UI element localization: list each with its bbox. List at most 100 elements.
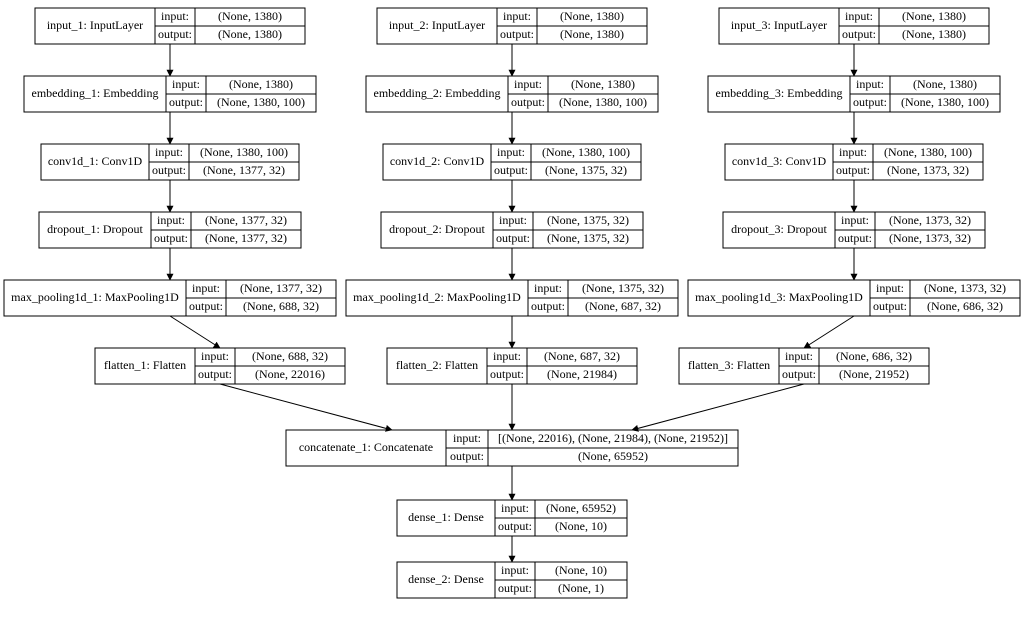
shape-output: (None, 1380, 100) — [559, 95, 647, 109]
shape-input: (None, 1377, 32) — [205, 213, 287, 227]
io-label-output: output: — [158, 27, 192, 41]
layer-name: embedding_3: Embedding — [716, 86, 843, 100]
io-label-output: output: — [496, 231, 530, 245]
shape-output: (None, 1380) — [560, 27, 624, 41]
io-label-output: output: — [189, 299, 223, 313]
shape-input: (None, 1380) — [571, 77, 635, 91]
layer-max_pooling1d_3: max_pooling1d_3: MaxPooling1Dinput:(None… — [688, 280, 1020, 316]
io-label-output: output: — [873, 299, 907, 313]
shape-output: (None, 1373, 32) — [887, 163, 969, 177]
shape-input: (None, 1380, 100) — [884, 145, 972, 159]
io-label-input: input: — [856, 77, 884, 91]
io-label-output: output: — [490, 367, 524, 381]
io-label-input: input: — [497, 145, 525, 159]
layer-dense_1: dense_1: Denseinput:(None, 65952)output:… — [397, 500, 627, 536]
layer-input_2: input_2: InputLayerinput:(None, 1380)out… — [377, 8, 647, 44]
io-label-input: input: — [501, 563, 529, 577]
shape-output: (None, 1377, 32) — [205, 231, 287, 245]
shape-output: (None, 686, 32) — [927, 299, 1003, 313]
io-label-output: output: — [154, 231, 188, 245]
layer-name: input_3: InputLayer — [731, 18, 827, 32]
shape-input: (None, 1375, 32) — [582, 281, 664, 295]
shape-input: (None, 1373, 32) — [889, 213, 971, 227]
layer-flatten_1: flatten_1: Flatten input: (None, 688, 32) o… — [95, 348, 345, 384]
layer-dropout_2: dropout_2: Dropoutinput:(None, 1375, 32)… — [381, 212, 643, 248]
io-label-input: input: — [503, 9, 531, 23]
shape-input: (None, 10) — [555, 563, 607, 577]
io-label-output: output: — [198, 367, 232, 381]
io-label-input: input: — [172, 77, 200, 91]
shape-output: (None, 688, 32) — [243, 299, 319, 313]
layer-name: concatenate_1: Concatenate — [299, 440, 433, 454]
layer-flatten_2: flatten_2: Flatten input: (None, 687, 32) o… — [387, 348, 637, 384]
layer-max_pooling1d_1: max_pooling1d_1: MaxPooling1Dinput:(None… — [4, 280, 336, 316]
layer-embedding_2: embedding_2: Embedding input: (None, 1380)… — [366, 76, 658, 112]
io-label-output: output: — [511, 95, 545, 109]
shape-output: (None, 65952) — [578, 449, 648, 463]
shape-input: (None, 1380, 100) — [200, 145, 288, 159]
io-label-output: output: — [169, 95, 203, 109]
layer-name: dropout_3: Dropout — [731, 222, 827, 236]
io-label-output: output: — [494, 163, 528, 177]
shape-input: (None, 687, 32) — [544, 349, 620, 363]
layer-name: dense_1: Dense — [408, 510, 484, 524]
io-label-output: output: — [838, 231, 872, 245]
layer-name: conv1d_3: Conv1D — [732, 154, 827, 168]
shape-input: (None, 686, 32) — [836, 349, 912, 363]
io-label-output: output: — [500, 27, 534, 41]
shape-input: (None, 1375, 32) — [547, 213, 629, 227]
shape-output: (None, 21952) — [839, 367, 909, 381]
layer-max_pooling1d_2: max_pooling1d_2: MaxPooling1D input: (None… — [346, 280, 678, 316]
layer-conv1d_2: conv1d_2: Conv1D input: (None, 1380, 100) o… — [383, 144, 641, 180]
layer-embedding_3: embedding_3: Embeddinginput:(None, 1380)… — [708, 76, 1000, 112]
shape-input: (None, 1377, 32) — [240, 281, 322, 295]
io-label-output: output: — [842, 27, 876, 41]
io-label-input: input: — [845, 9, 873, 23]
shape-output: (None, 21984) — [547, 367, 617, 381]
layer-name: max_pooling1d_3: MaxPooling1D — [695, 290, 863, 304]
io-label-output: output: — [531, 299, 565, 313]
layer-name: max_pooling1d_2: MaxPooling1D — [353, 290, 521, 304]
layer-name: flatten_2: Flatten — [396, 358, 478, 372]
layer-name: embedding_2: Embedding — [374, 86, 501, 100]
layer-input_3: input_3: InputLayer input: (None, 1380) out… — [719, 8, 989, 44]
shape-input: (None, 1380, 100) — [542, 145, 630, 159]
layer-name: dropout_1: Dropout — [47, 222, 143, 236]
shape-input: (None, 688, 32) — [252, 349, 328, 363]
layer-dropout_1: dropout_1: Dropoutinput:(None, 1377, 32)… — [39, 212, 301, 248]
layer-dropout_3: dropout_3: Dropout input: (None, 1373, 32)… — [723, 212, 985, 248]
layer-input_1: input_1: InputLayerinput:(None, 1380)out… — [35, 8, 305, 44]
io-label-output: output: — [152, 163, 186, 177]
io-label-input: input: — [493, 349, 521, 363]
shape-output: (None, 1380) — [902, 27, 966, 41]
shape-input: (None, 1380) — [229, 77, 293, 91]
layer-name: flatten_3: Flatten — [688, 358, 770, 372]
io-label-input: input: — [839, 145, 867, 159]
io-label-input: input: — [201, 349, 229, 363]
layer-name: flatten_1: Flatten — [104, 358, 186, 372]
shape-input: (None, 1380) — [560, 9, 624, 23]
layer-name: conv1d_1: Conv1D — [48, 154, 143, 168]
io-label-input: input: — [453, 431, 481, 445]
shape-input: (None, 1373, 32) — [924, 281, 1006, 295]
layer-name: dropout_2: Dropout — [389, 222, 485, 236]
shape-output: (None, 687, 32) — [585, 299, 661, 313]
shape-output: (None, 1375, 32) — [547, 231, 629, 245]
shape-output: (None, 1380, 100) — [901, 95, 989, 109]
shape-output: (None, 22016) — [255, 367, 325, 381]
io-label-output: output: — [853, 95, 887, 109]
layer-name: dense_2: Dense — [408, 572, 484, 586]
io-label-input: input: — [501, 501, 529, 515]
io-label-input: input: — [534, 281, 562, 295]
io-label-input: input: — [785, 349, 813, 363]
shape-output: (None, 1380, 100) — [217, 95, 305, 109]
layer-name: embedding_1: Embedding — [32, 86, 159, 100]
shape-output: (None, 1) — [558, 581, 604, 595]
io-label-input: input: — [161, 9, 189, 23]
shape-input: (None, 65952) — [546, 501, 616, 515]
io-label-output: output: — [836, 163, 870, 177]
io-label-input: input: — [841, 213, 869, 227]
io-label-output: output: — [498, 581, 532, 595]
layer-name: conv1d_2: Conv1D — [390, 154, 485, 168]
io-label-input: input: — [514, 77, 542, 91]
